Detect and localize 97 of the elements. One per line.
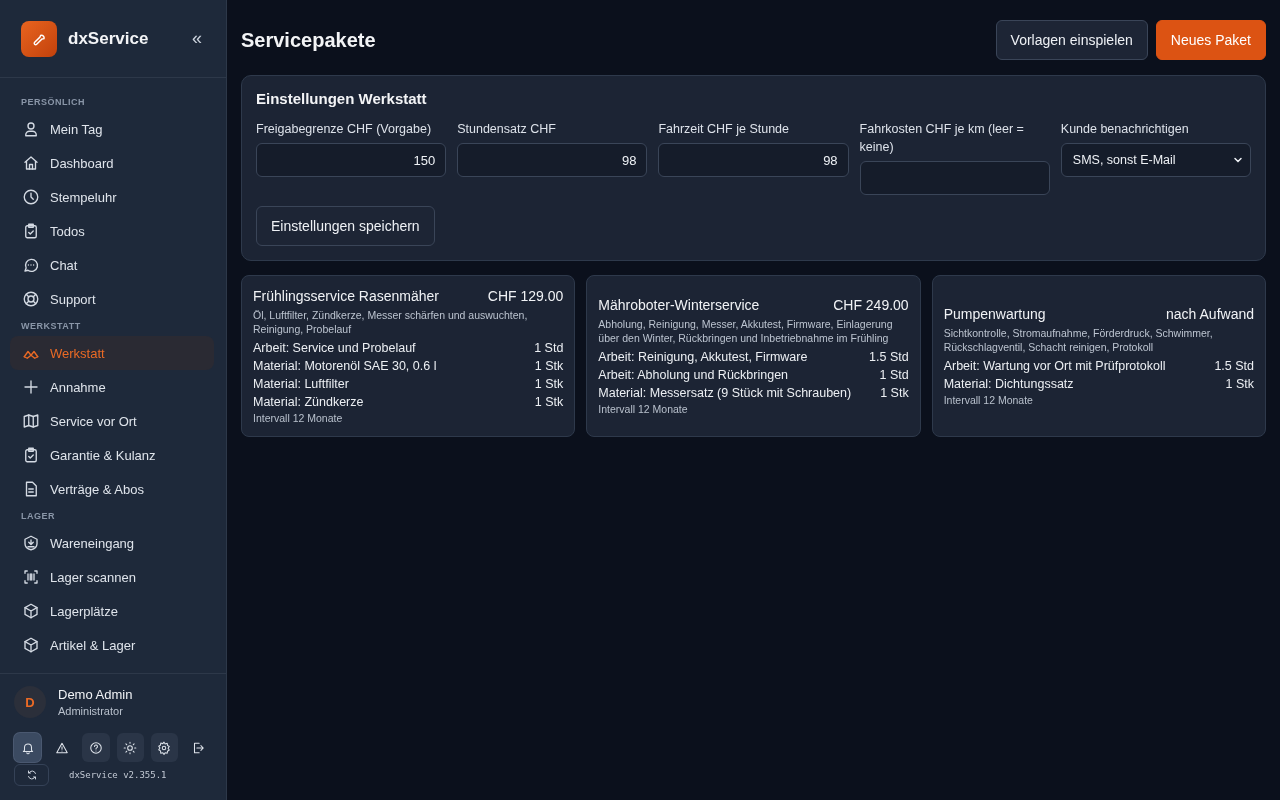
- field-label: Kunde benachrichtigen: [1060, 121, 1190, 138]
- line-item-quantity: 1.5 Std: [1214, 358, 1254, 375]
- barcode-icon: [22, 568, 40, 586]
- lifebuoy-icon: [22, 290, 40, 308]
- package-card[interactable]: [241, 275, 576, 437]
- warning-icon: [54, 740, 69, 755]
- page-title: Servicepakete: [241, 28, 376, 52]
- number-input-field[interactable]: [859, 161, 1050, 195]
- user-role: Administrator: [58, 705, 124, 717]
- nav-item[interactable]: Todos: [10, 214, 214, 248]
- chat-icon: [22, 256, 40, 274]
- package-description: Öl, Luftfilter, Zündkerze, Messer schärfen und auswuchten, Reinigung, Probelauf: [253, 308, 529, 336]
- nav-item[interactable]: Wareneingang: [10, 526, 214, 560]
- theme-button[interactable]: [116, 733, 144, 762]
- line-item-quantity: 1 Stk: [534, 358, 564, 375]
- nav-item[interactable]: Mein Tag: [10, 112, 214, 146]
- package-title: Frühlingsservice Rasenmäher: [253, 288, 439, 304]
- field-label: Fahrzeit CHF je Stunde: [658, 121, 790, 138]
- field-label: Freigabegrenze CHF (Vorgabe): [256, 121, 433, 138]
- map-icon: [22, 412, 40, 430]
- nav-item[interactable]: Support: [10, 282, 214, 316]
- nav-item[interactable]: Chat: [10, 248, 214, 282]
- user-icon: [22, 120, 40, 138]
- bell-icon: [20, 740, 35, 755]
- package-description: Abholung, Reinigung, Messer, Akkutest, Firmware, Einlagerung über den Winter, Rückbringen und Inbetriebnahme im Frühling: [598, 317, 894, 345]
- line-item-text: Material: Dichtungssatz: [943, 376, 1074, 393]
- save-settings-button[interactable]: Einstellungen speichern: [256, 206, 435, 246]
- interval-label: Intervall 12 Monate: [253, 412, 344, 424]
- line-item-text: Arbeit: Abholung und Rückbringen: [598, 367, 789, 384]
- app-name: dxService: [68, 28, 150, 49]
- nav-section-heading: PERSÖNLICH: [20, 96, 86, 109]
- line-item-quantity: 1.5 Std: [869, 349, 909, 366]
- import-templates-button[interactable]: Vorlagen einspielen: [995, 20, 1148, 60]
- nav-item[interactable]: Annahme: [10, 370, 214, 404]
- package-price: CHF 129.00: [487, 288, 564, 304]
- plus-icon: [22, 378, 40, 396]
- clock-icon: [22, 188, 40, 206]
- package-card[interactable]: [586, 275, 921, 437]
- refresh-button[interactable]: [14, 764, 49, 786]
- clipboard-icon: [22, 446, 40, 464]
- field-label: Stundensatz CHF: [457, 121, 557, 138]
- collapse-sidebar-button[interactable]: «: [188, 28, 206, 49]
- gear-icon: [157, 740, 172, 755]
- new-package-button[interactable]: Neues Paket: [1155, 20, 1266, 60]
- package-title: Pumpenwartung: [943, 306, 1046, 322]
- line-item-text: Material: Motorenöl SAE 30, 0.6 l: [253, 358, 437, 375]
- number-input-field[interactable]: 150: [256, 143, 447, 177]
- package-price: nach Aufwand: [1166, 306, 1254, 322]
- nav-item[interactable]: Verträge & Abos: [10, 472, 214, 506]
- nav-item[interactable]: Dashboard: [10, 146, 214, 180]
- line-item-quantity: 1 Stk: [534, 394, 564, 411]
- help-icon: [88, 740, 103, 755]
- nav-section-heading: WERKSTATT: [20, 320, 82, 333]
- box-icon: [22, 636, 40, 654]
- line-item-quantity: 1 Stk: [534, 376, 564, 393]
- notifications-button[interactable]: [14, 733, 42, 762]
- dropdown-field[interactable]: SMS, sonst E-Mail: [1060, 143, 1251, 177]
- line-item-quantity: 1 Stk: [880, 385, 909, 402]
- nav-item[interactable]: Lager scannen: [10, 560, 214, 594]
- line-item-quantity: 1 Std: [534, 340, 564, 357]
- number-input-field[interactable]: 98: [658, 143, 849, 177]
- logout-icon: [191, 740, 206, 755]
- line-item-text: Arbeit: Reinigung, Akkutest, Firmware: [598, 349, 808, 366]
- number-input-field[interactable]: 98: [457, 143, 648, 177]
- user-avatar: D: [14, 686, 46, 718]
- sun-icon: [123, 740, 138, 755]
- field-label: Fahrkosten CHF je km (leer = keine): [859, 121, 1025, 156]
- line-item-text: Arbeit: Service und Probelauf: [253, 340, 416, 357]
- interval-label: Intervall 12 Monate: [598, 403, 689, 415]
- refresh-icon: [25, 769, 38, 781]
- help-button[interactable]: [82, 733, 110, 762]
- user-name: Demo Admin: [58, 687, 133, 702]
- line-item-quantity: 1 Std: [879, 367, 909, 384]
- line-item-text: Arbeit: Wartung vor Ort mit Prüfprotokoll: [943, 358, 1166, 375]
- nav-item[interactable]: Stempeluhr: [10, 180, 214, 214]
- settings-button[interactable]: [150, 733, 178, 762]
- package-price: CHF 249.00: [833, 297, 909, 313]
- nav-item[interactable]: Werkstatt: [10, 336, 214, 370]
- panel-title: Einstellungen Werkstatt: [256, 90, 428, 107]
- line-item-text: Material: Zündkerze: [253, 394, 364, 411]
- home-icon: [22, 154, 40, 172]
- package-card[interactable]: [931, 275, 1266, 437]
- nav-item[interactable]: Lagerplätze: [10, 594, 214, 628]
- nav-item[interactable]: Artikel & Lager: [10, 628, 214, 662]
- download-icon: [22, 534, 40, 552]
- nav-section-heading: LAGER: [20, 510, 56, 523]
- box-icon: [22, 602, 40, 620]
- clipboard-icon: [22, 222, 40, 240]
- nav-item[interactable]: Garantie & Kulanz: [10, 438, 214, 472]
- line-item-text: Material: Luftfilter: [253, 376, 349, 393]
- version-label: dxService v2.355.1: [69, 770, 167, 780]
- nav-item[interactable]: Service vor Ort: [10, 404, 214, 438]
- line-item-quantity: 1 Stk: [1225, 376, 1254, 393]
- interval-label: Intervall 12 Monate: [943, 394, 1034, 406]
- package-description: Sichtkontrolle, Stromaufnahme, Förderdruck, Schwimmer, Rückschlagventil, Schacht reinigen, Protokoll: [943, 326, 1214, 354]
- line-item-text: Material: Messersatz (9 Stück mit Schrauben): [598, 385, 852, 402]
- package-title: Mähroboter-Winterservice: [598, 297, 760, 313]
